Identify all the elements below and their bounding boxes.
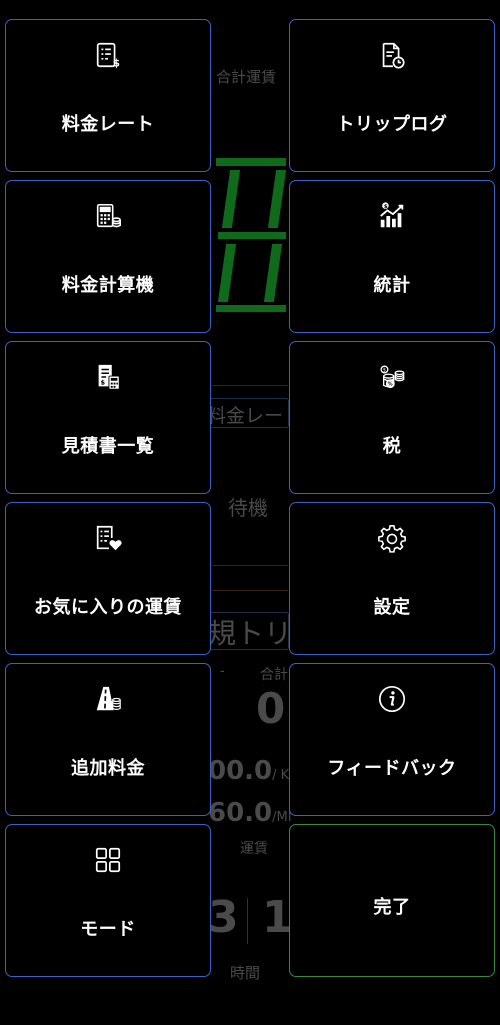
dash-label: -	[220, 664, 225, 679]
menu-fare-calculator-label: 料金計算機	[61, 275, 155, 296]
svg-text:$: $	[113, 57, 120, 69]
menu-settings-label: 設定	[373, 597, 411, 618]
total-label-small: 合計	[260, 667, 288, 683]
rate-sheet-icon: $	[91, 38, 125, 72]
tax-icon: $ %	[375, 360, 409, 394]
menu-trip-log[interactable]: トリップログ	[289, 19, 495, 172]
time-left-digit: 3	[208, 892, 239, 943]
total-fare-label: 合計運賃	[216, 68, 277, 86]
rate-label: 料金レー	[207, 405, 284, 427]
menu-tax[interactable]: $ % 税	[289, 341, 495, 494]
menu-statistics-label: 統計	[373, 275, 411, 296]
favorite-fares-icon	[91, 521, 125, 555]
time-label: 時間	[230, 964, 261, 982]
menu-extra-charges-label: 追加料金	[71, 758, 145, 779]
menu-feedback-label: フィードバック	[327, 758, 457, 779]
road-toll-icon	[91, 682, 125, 716]
svg-text:$: $	[384, 204, 388, 210]
calculator-icon	[91, 199, 125, 233]
fare-label: 運賃	[240, 841, 268, 857]
menu-statistics[interactable]: $ 統計	[289, 180, 495, 333]
svg-text:%: %	[388, 382, 393, 388]
menu-favorite-fares-label: お気に入りの運賃	[34, 597, 182, 618]
menu-fare-calculator[interactable]: 料金計算機	[5, 180, 211, 333]
statistics-icon: $	[375, 199, 409, 233]
per-mi-value: 60.0/MI	[208, 798, 292, 828]
svg-text:$: $	[383, 367, 386, 373]
trip-log-icon	[375, 38, 409, 72]
menu-favorite-fares[interactable]: お気に入りの運賃	[5, 502, 211, 655]
menu-estimate-list[interactable]: $ 見積書一覧	[5, 341, 211, 494]
menu-tax-label: 税	[382, 436, 402, 457]
menu-settings[interactable]: 設定	[289, 502, 495, 655]
status-label: 待機	[228, 496, 268, 520]
trip-label: 規トリ	[208, 617, 293, 650]
menu-rate-sheet[interactable]: $ 料金レート	[5, 19, 211, 172]
gear-icon	[375, 521, 409, 555]
svg-text:$: $	[101, 379, 106, 387]
grid-icon	[91, 843, 125, 877]
per-km-value: 00.0/ KI	[208, 756, 294, 786]
done-button-label: 完了	[373, 897, 411, 918]
menu-mode[interactable]: モード	[5, 824, 211, 977]
done-button[interactable]: 完了	[289, 824, 495, 977]
menu-extra-charges[interactable]: 追加料金	[5, 663, 211, 816]
menu-estimate-list-label: 見積書一覧	[61, 436, 155, 457]
menu-rate-sheet-label: 料金レート	[61, 114, 155, 135]
menu-mode-label: モード	[80, 919, 136, 940]
menu-feedback[interactable]: フィードバック	[289, 663, 495, 816]
info-icon	[375, 682, 409, 716]
menu-trip-log-label: トリップログ	[336, 114, 448, 135]
estimate-list-icon: $	[91, 360, 125, 394]
total-value: 0	[256, 684, 286, 733]
